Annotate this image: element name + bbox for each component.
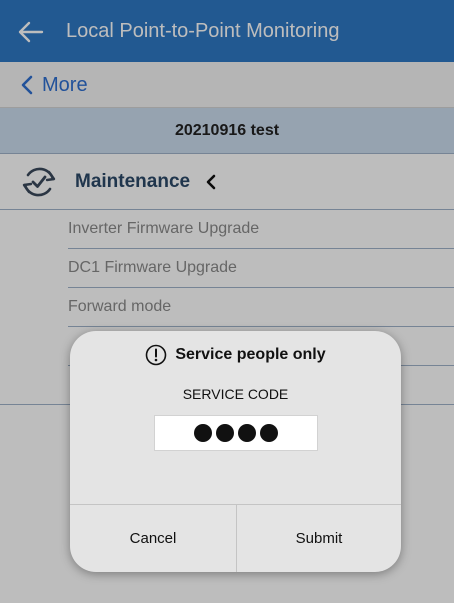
app-screen: Local Point-to-Point Monitoring More 202… <box>0 0 454 603</box>
service-code-input[interactable] <box>154 415 318 451</box>
dialog-title-text: Service people only <box>175 346 326 363</box>
service-code-dialog: Service people only SERVICE CODE Cancel … <box>70 331 401 572</box>
submit-button[interactable]: Submit <box>237 505 401 572</box>
dialog-title: Service people only <box>70 343 401 367</box>
masked-char <box>216 424 234 442</box>
masked-char <box>260 424 278 442</box>
service-code-label: SERVICE CODE <box>182 386 289 402</box>
masked-char <box>194 424 212 442</box>
cancel-button[interactable]: Cancel <box>70 505 236 572</box>
exclamation-circle-icon <box>146 344 167 366</box>
masked-char <box>238 424 256 442</box>
